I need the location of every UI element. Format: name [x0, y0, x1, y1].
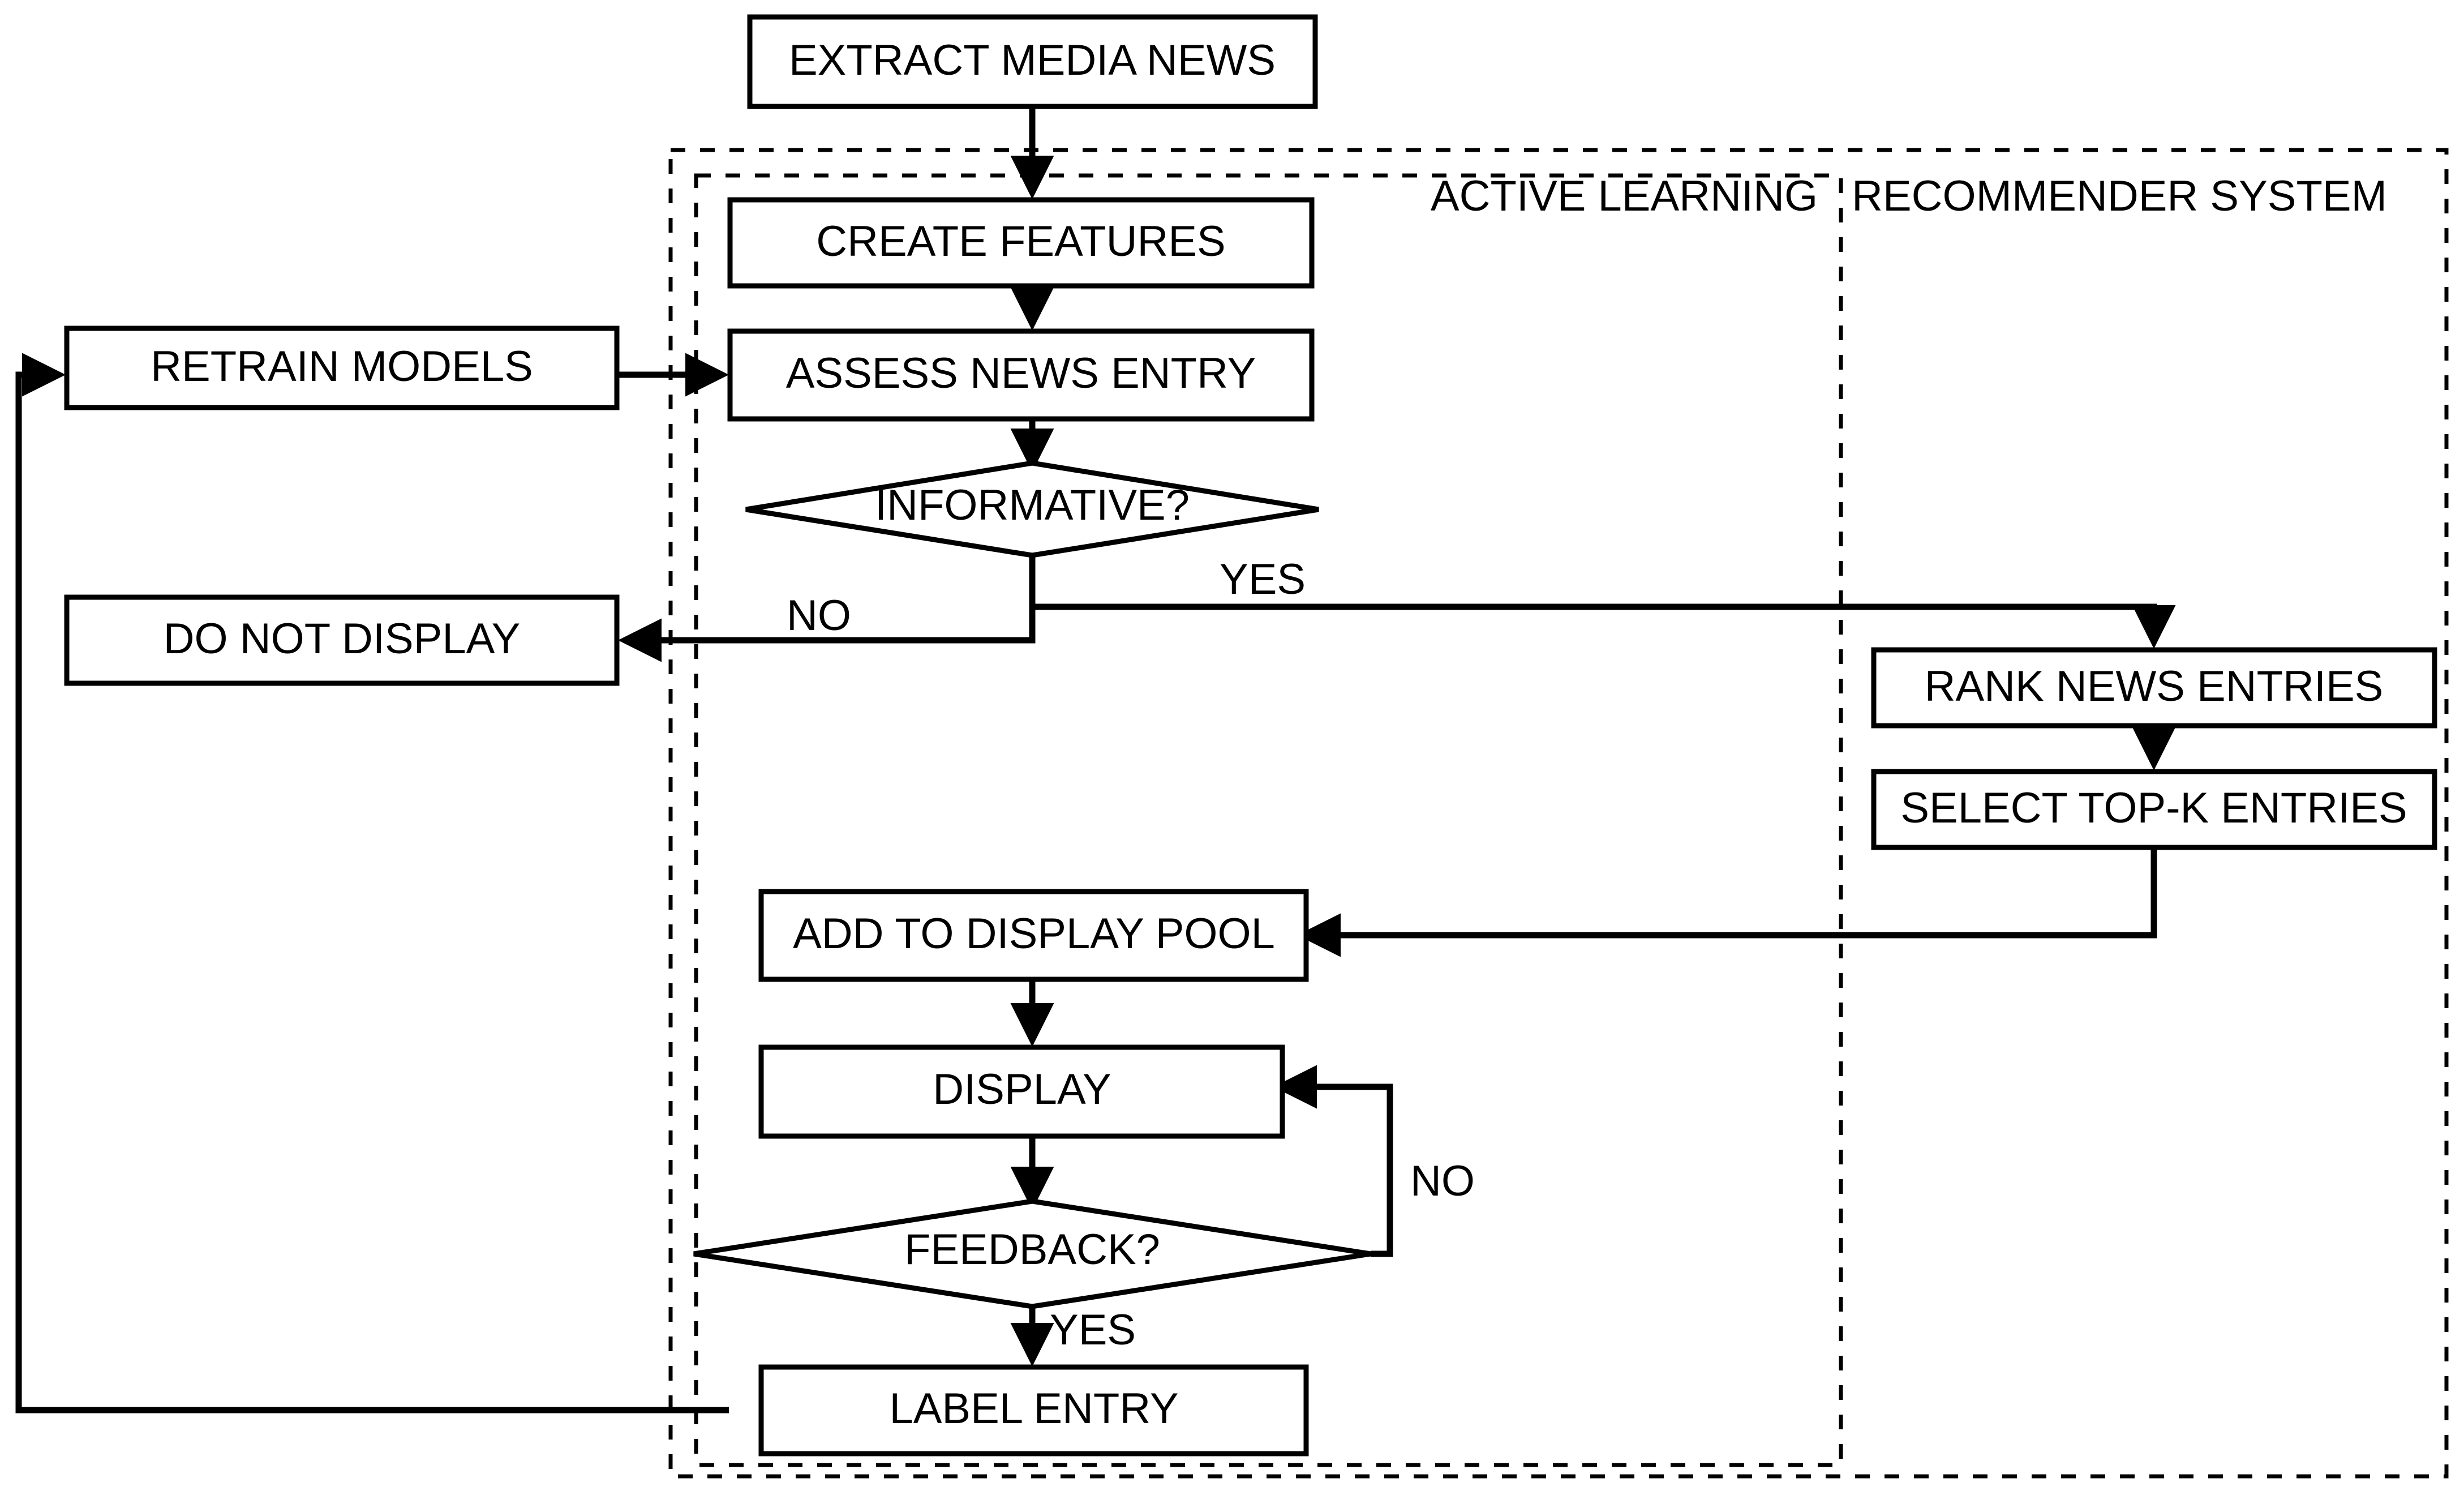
flowchart-svg: ACTIVE LEARNING RECOMMENDER SYSTEM NO YE…	[15, 14, 2449, 1479]
node-label-informative-decision: INFORMATIVE?	[875, 481, 1190, 529]
node-label-feedback-decision: FEEDBACK?	[904, 1226, 1160, 1274]
node-informative-decision[interactable]: INFORMATIVE?	[745, 460, 1319, 558]
node-label-assess-news-entry: ASSESS NEWS ENTRY	[786, 349, 1256, 397]
edge-label-entry-to-retrain	[15, 353, 729, 1413]
node-label-entry[interactable]: LABEL ENTRY	[758, 1364, 1309, 1457]
group-label-recommender-system: RECOMMENDER SYSTEM	[1852, 172, 2387, 220]
node-label-select-top-k-entries: SELECT TOP-K ENTRIES	[1900, 784, 2407, 832]
edge-label-feedback-yes: YES	[1050, 1306, 1136, 1354]
node-create-features[interactable]: CREATE FEATURES	[727, 197, 1315, 289]
node-label-rank-news-entries: RANK NEWS ENTRIES	[1925, 662, 2384, 710]
node-do-not-display[interactable]: DO NOT DISPLAY	[64, 594, 620, 686]
group-label-active-learning: ACTIVE LEARNING	[1431, 172, 1818, 220]
flowchart-canvas: ACTIVE LEARNING RECOMMENDER SYSTEM NO YE…	[0, 0, 2464, 1495]
node-extract-media-news[interactable]: EXTRACT MEDIA NEWS	[747, 14, 1318, 109]
node-display[interactable]: DISPLAY	[758, 1044, 1285, 1139]
edge-label-informative-no: NO	[787, 592, 851, 640]
edge-topk-to-pool	[1297, 847, 2157, 957]
node-label-create-features: CREATE FEATURES	[816, 217, 1225, 265]
edge-informative-yes-to-rank	[1029, 555, 2176, 649]
node-rank-news-entries[interactable]: RANK NEWS ENTRIES	[1871, 647, 2437, 729]
edge-label-informative-yes: YES	[1220, 555, 1306, 603]
node-label-add-to-display-pool: ADD TO DISPLAY POOL	[793, 910, 1275, 958]
node-label-extract-media-news: EXTRACT MEDIA NEWS	[789, 36, 1276, 84]
node-select-top-k-entries[interactable]: SELECT TOP-K ENTRIES	[1871, 769, 2437, 850]
edge-feedback-no-to-display	[1273, 1065, 1393, 1257]
node-label-label-entry: LABEL ENTRY	[889, 1385, 1178, 1433]
node-label-do-not-display: DO NOT DISPLAY	[164, 615, 521, 663]
node-label-retrain-models: RETRAIN MODELS	[151, 342, 533, 391]
node-label-display: DISPLAY	[933, 1065, 1111, 1113]
node-feedback-decision[interactable]: FEEDBACK?	[693, 1198, 1371, 1309]
node-retrain-models[interactable]: RETRAIN MODELS	[64, 325, 620, 410]
node-assess-news-entry[interactable]: ASSESS NEWS ENTRY	[727, 328, 1315, 422]
node-add-to-display-pool[interactable]: ADD TO DISPLAY POOL	[758, 889, 1309, 982]
edge-label-feedback-no: NO	[1410, 1157, 1475, 1205]
